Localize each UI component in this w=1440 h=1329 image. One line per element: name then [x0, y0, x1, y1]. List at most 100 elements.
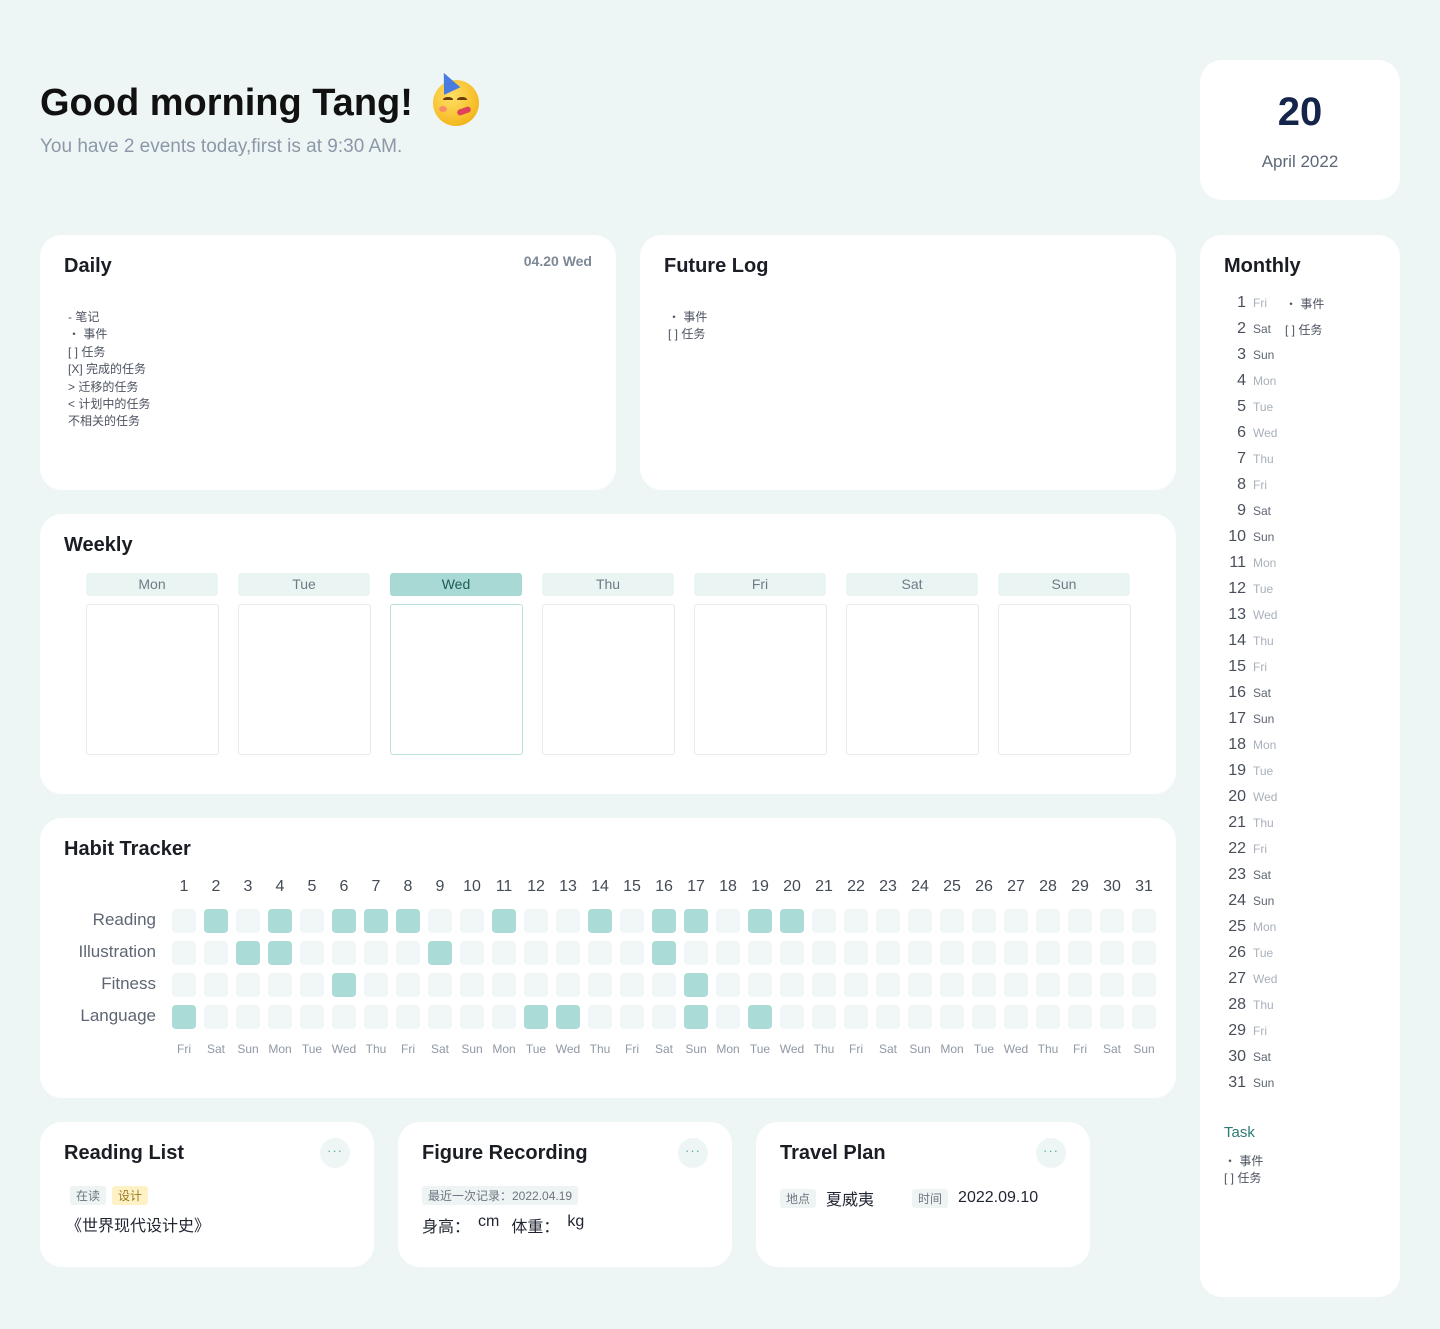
habit-cell[interactable]: [972, 1005, 996, 1029]
book-title[interactable]: 《世界现代设计史》: [66, 1212, 210, 1236]
habit-cell[interactable]: [172, 973, 196, 997]
habit-cell[interactable]: [972, 941, 996, 965]
monthly-day-row[interactable]: 23 Sat: [1224, 862, 1285, 888]
habit-cell[interactable]: [780, 941, 804, 965]
habit-cell[interactable]: [1068, 1005, 1092, 1029]
habit-cell[interactable]: [172, 941, 196, 965]
weekday-header-sun[interactable]: Sun: [998, 573, 1130, 596]
habit-cell[interactable]: [940, 1005, 964, 1029]
monthly-day-row[interactable]: 17 Sun: [1224, 706, 1285, 732]
habit-cell[interactable]: [684, 909, 708, 933]
habit-cell[interactable]: [652, 941, 676, 965]
habit-cell[interactable]: [524, 941, 548, 965]
weekday-box-fri[interactable]: [694, 604, 827, 755]
future-log-card[interactable]: Future Log ・ 事件 [ ] 任务: [640, 235, 1176, 490]
monthly-day-row[interactable]: 11 Mon: [1224, 550, 1285, 576]
habit-cell[interactable]: [684, 941, 708, 965]
habit-cell[interactable]: [332, 973, 356, 997]
habit-cell[interactable]: [204, 1005, 228, 1029]
monthly-day-row[interactable]: 27 Wed: [1224, 966, 1285, 992]
habit-cell[interactable]: [492, 941, 516, 965]
monthly-day-row[interactable]: 13 Wed: [1224, 602, 1285, 628]
habit-cell[interactable]: [268, 1005, 292, 1029]
monthly-day-row[interactable]: 28 Thu: [1224, 992, 1285, 1018]
habit-cell[interactable]: [1100, 973, 1124, 997]
habit-cell[interactable]: [364, 941, 388, 965]
habit-cell[interactable]: [652, 909, 676, 933]
monthly-day-row[interactable]: 15 Fri: [1224, 654, 1285, 680]
habit-cell[interactable]: [492, 909, 516, 933]
weekday-header-tue[interactable]: Tue: [238, 573, 370, 596]
habit-cell[interactable]: [364, 1005, 388, 1029]
habit-cell[interactable]: [332, 941, 356, 965]
habit-cell[interactable]: [620, 909, 644, 933]
habit-cell[interactable]: [236, 1005, 260, 1029]
habit-cell[interactable]: [620, 1005, 644, 1029]
weekday-header-fri[interactable]: Fri: [694, 573, 826, 596]
habit-cell[interactable]: [172, 1005, 196, 1029]
habit-cell[interactable]: [812, 909, 836, 933]
monthly-day-row[interactable]: 31 Sun: [1224, 1070, 1285, 1096]
habit-cell[interactable]: [460, 1005, 484, 1029]
habit-cell[interactable]: [620, 941, 644, 965]
habit-cell[interactable]: [716, 973, 740, 997]
future-log-notes[interactable]: ・ 事件 [ ] 任务: [668, 309, 707, 344]
monthly-day-row[interactable]: 10 Sun: [1224, 524, 1285, 550]
habit-cell[interactable]: [1036, 973, 1060, 997]
habit-cell[interactable]: [844, 973, 868, 997]
monthly-day-row[interactable]: 1 Fri ・ 事件: [1224, 290, 1324, 316]
habit-cell[interactable]: [684, 973, 708, 997]
habit-cell[interactable]: [492, 1005, 516, 1029]
habit-cell[interactable]: [300, 941, 324, 965]
habit-cell[interactable]: [876, 941, 900, 965]
monthly-day-row[interactable]: 22 Fri: [1224, 836, 1285, 862]
habit-cell[interactable]: [204, 973, 228, 997]
habit-cell[interactable]: [268, 973, 292, 997]
habit-cell[interactable]: [684, 1005, 708, 1029]
habit-cell[interactable]: [844, 909, 868, 933]
habit-cell[interactable]: [332, 909, 356, 933]
monthly-day-row[interactable]: 9 Sat: [1224, 498, 1285, 524]
weekday-header-mon[interactable]: Mon: [86, 573, 218, 596]
habit-cell[interactable]: [876, 909, 900, 933]
monthly-day-row[interactable]: 26 Tue: [1224, 940, 1285, 966]
habit-cell[interactable]: [268, 909, 292, 933]
habit-cell[interactable]: [812, 1005, 836, 1029]
habit-cell[interactable]: [940, 909, 964, 933]
habit-cell[interactable]: [396, 1005, 420, 1029]
monthly-day-row[interactable]: 24 Sun: [1224, 888, 1285, 914]
habit-cell[interactable]: [428, 909, 452, 933]
habit-cell[interactable]: [812, 941, 836, 965]
habit-cell[interactable]: [396, 909, 420, 933]
habit-cell[interactable]: [1068, 909, 1092, 933]
habit-cell[interactable]: [204, 909, 228, 933]
habit-cell[interactable]: [716, 909, 740, 933]
habit-cell[interactable]: [972, 973, 996, 997]
monthly-day-row[interactable]: 2 Sat [ ] 任务: [1224, 316, 1322, 342]
habit-cell[interactable]: [1036, 1005, 1060, 1029]
habit-cell[interactable]: [908, 909, 932, 933]
habit-cell[interactable]: [236, 941, 260, 965]
weekday-box-tue[interactable]: [238, 604, 371, 755]
monthly-day-row[interactable]: 30 Sat: [1224, 1044, 1285, 1070]
monthly-day-row[interactable]: 20 Wed: [1224, 784, 1285, 810]
weekday-header-thu[interactable]: Thu: [542, 573, 674, 596]
habit-cell[interactable]: [524, 909, 548, 933]
habit-cell[interactable]: [876, 1005, 900, 1029]
weekday-box-sat[interactable]: [846, 604, 979, 755]
habit-cell[interactable]: [1004, 941, 1028, 965]
habit-cell[interactable]: [236, 909, 260, 933]
monthly-day-row[interactable]: 12 Tue: [1224, 576, 1285, 602]
habit-cell[interactable]: [428, 941, 452, 965]
habit-cell[interactable]: [396, 941, 420, 965]
daily-card[interactable]: Daily 04.20 Wed - 笔记・ 事件 [ ] 任务 [X] 完成的任务 >…: [40, 235, 616, 490]
monthly-day-row[interactable]: 3 Sun: [1224, 342, 1285, 368]
weekday-box-mon[interactable]: [86, 604, 219, 755]
habit-cell[interactable]: [556, 973, 580, 997]
habit-cell[interactable]: [908, 973, 932, 997]
habit-cell[interactable]: [1100, 1005, 1124, 1029]
habit-cell[interactable]: [940, 941, 964, 965]
figure-recording-card[interactable]: Figure Recording ··· 最近一次记录：2022.04.19 身…: [398, 1122, 732, 1267]
habit-cell[interactable]: [652, 973, 676, 997]
habit-cell[interactable]: [780, 1005, 804, 1029]
